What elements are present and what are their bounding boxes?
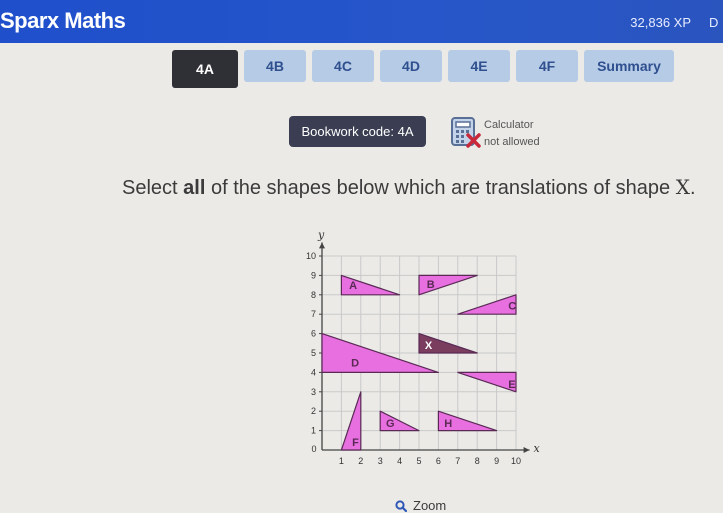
x-axis-arrow-icon xyxy=(523,447,530,453)
tab-4a[interactable]: 4A xyxy=(172,50,238,88)
y-tick-label: 2 xyxy=(311,406,316,416)
shape-label-c[interactable]: C xyxy=(508,300,516,312)
zoom-button[interactable]: Zoom xyxy=(395,498,446,513)
tab-4b[interactable]: 4B xyxy=(244,50,306,82)
translation-grid: 0 1 2 3 4 5 6 7 8 9 10 1 2 3 4 5 6 7 8 9 10 x y A B C X D E F G H xyxy=(306,229,540,466)
y-tick-label: 1 xyxy=(311,426,316,436)
x-tick-label: 3 xyxy=(378,456,383,466)
x-tick-label: 6 xyxy=(436,456,441,466)
shape-label-b[interactable]: B xyxy=(427,279,435,291)
tab-4f[interactable]: 4F xyxy=(516,50,578,82)
shape-label-e[interactable]: E xyxy=(508,379,515,391)
shape-label-a[interactable]: A xyxy=(349,280,357,292)
question-text: Select all of the shapes below which are… xyxy=(122,175,696,199)
y-axis-label: y xyxy=(317,229,325,242)
magnifier-icon xyxy=(395,499,407,512)
top-bar: Sparx Maths 32,836 XP D xyxy=(0,0,723,43)
x-tick-label: 2 xyxy=(358,456,363,466)
shape-label-g[interactable]: G xyxy=(386,418,395,430)
x-tick-label: 7 xyxy=(455,456,460,466)
y-tick-label: 6 xyxy=(311,329,316,339)
y-tick-label: 8 xyxy=(311,290,316,300)
shape-label-x: X xyxy=(425,340,433,352)
question-shape-name: X xyxy=(675,175,690,199)
calculator-not-allowed-label: not allowed xyxy=(484,136,540,148)
calculator-label: Calculator xyxy=(484,119,534,131)
shape-label-h[interactable]: H xyxy=(444,418,452,430)
x-tick-label: 5 xyxy=(416,456,421,466)
x-tick-label: 10 xyxy=(511,456,521,466)
tab-4d[interactable]: 4D xyxy=(380,50,442,82)
shape-label-f[interactable]: F xyxy=(352,437,359,449)
y-tick-label: 9 xyxy=(311,270,316,280)
app-brand: Sparx Maths xyxy=(0,8,126,33)
tab-summary[interactable]: Summary xyxy=(584,50,674,82)
xp-counter: 32,836 XP xyxy=(630,15,691,30)
x-tick-label: 1 xyxy=(339,456,344,466)
x-tick-label: 4 xyxy=(397,456,402,466)
y-tick-label: 3 xyxy=(311,387,316,397)
user-menu[interactable]: D xyxy=(709,15,723,30)
y-tick-label: 4 xyxy=(311,367,316,377)
question-emphasis: all xyxy=(183,177,206,199)
y-axis-arrow-icon xyxy=(319,242,325,249)
x-tick-label: 9 xyxy=(494,456,499,466)
y-tick-label: 10 xyxy=(306,251,316,261)
calculator-status: Calculator not allowed xyxy=(484,117,540,151)
x-tick-label: 8 xyxy=(475,456,480,466)
tab-4c[interactable]: 4C xyxy=(312,50,374,82)
tab-4e[interactable]: 4E xyxy=(448,50,510,82)
shape-label-d[interactable]: D xyxy=(351,358,359,370)
x-tick-label: 0 xyxy=(311,444,316,454)
zoom-label: Zoom xyxy=(413,498,447,513)
task-tabs: 4A 4B 4C 4D 4E 4F Summary xyxy=(172,50,674,88)
calculator-not-allowed-icon xyxy=(451,117,481,148)
y-tick-label: 5 xyxy=(311,348,316,358)
x-axis-label: x xyxy=(533,442,540,455)
bookwork-code-badge: Bookwork code: 4A xyxy=(289,116,426,147)
y-tick-label: 7 xyxy=(311,309,316,319)
